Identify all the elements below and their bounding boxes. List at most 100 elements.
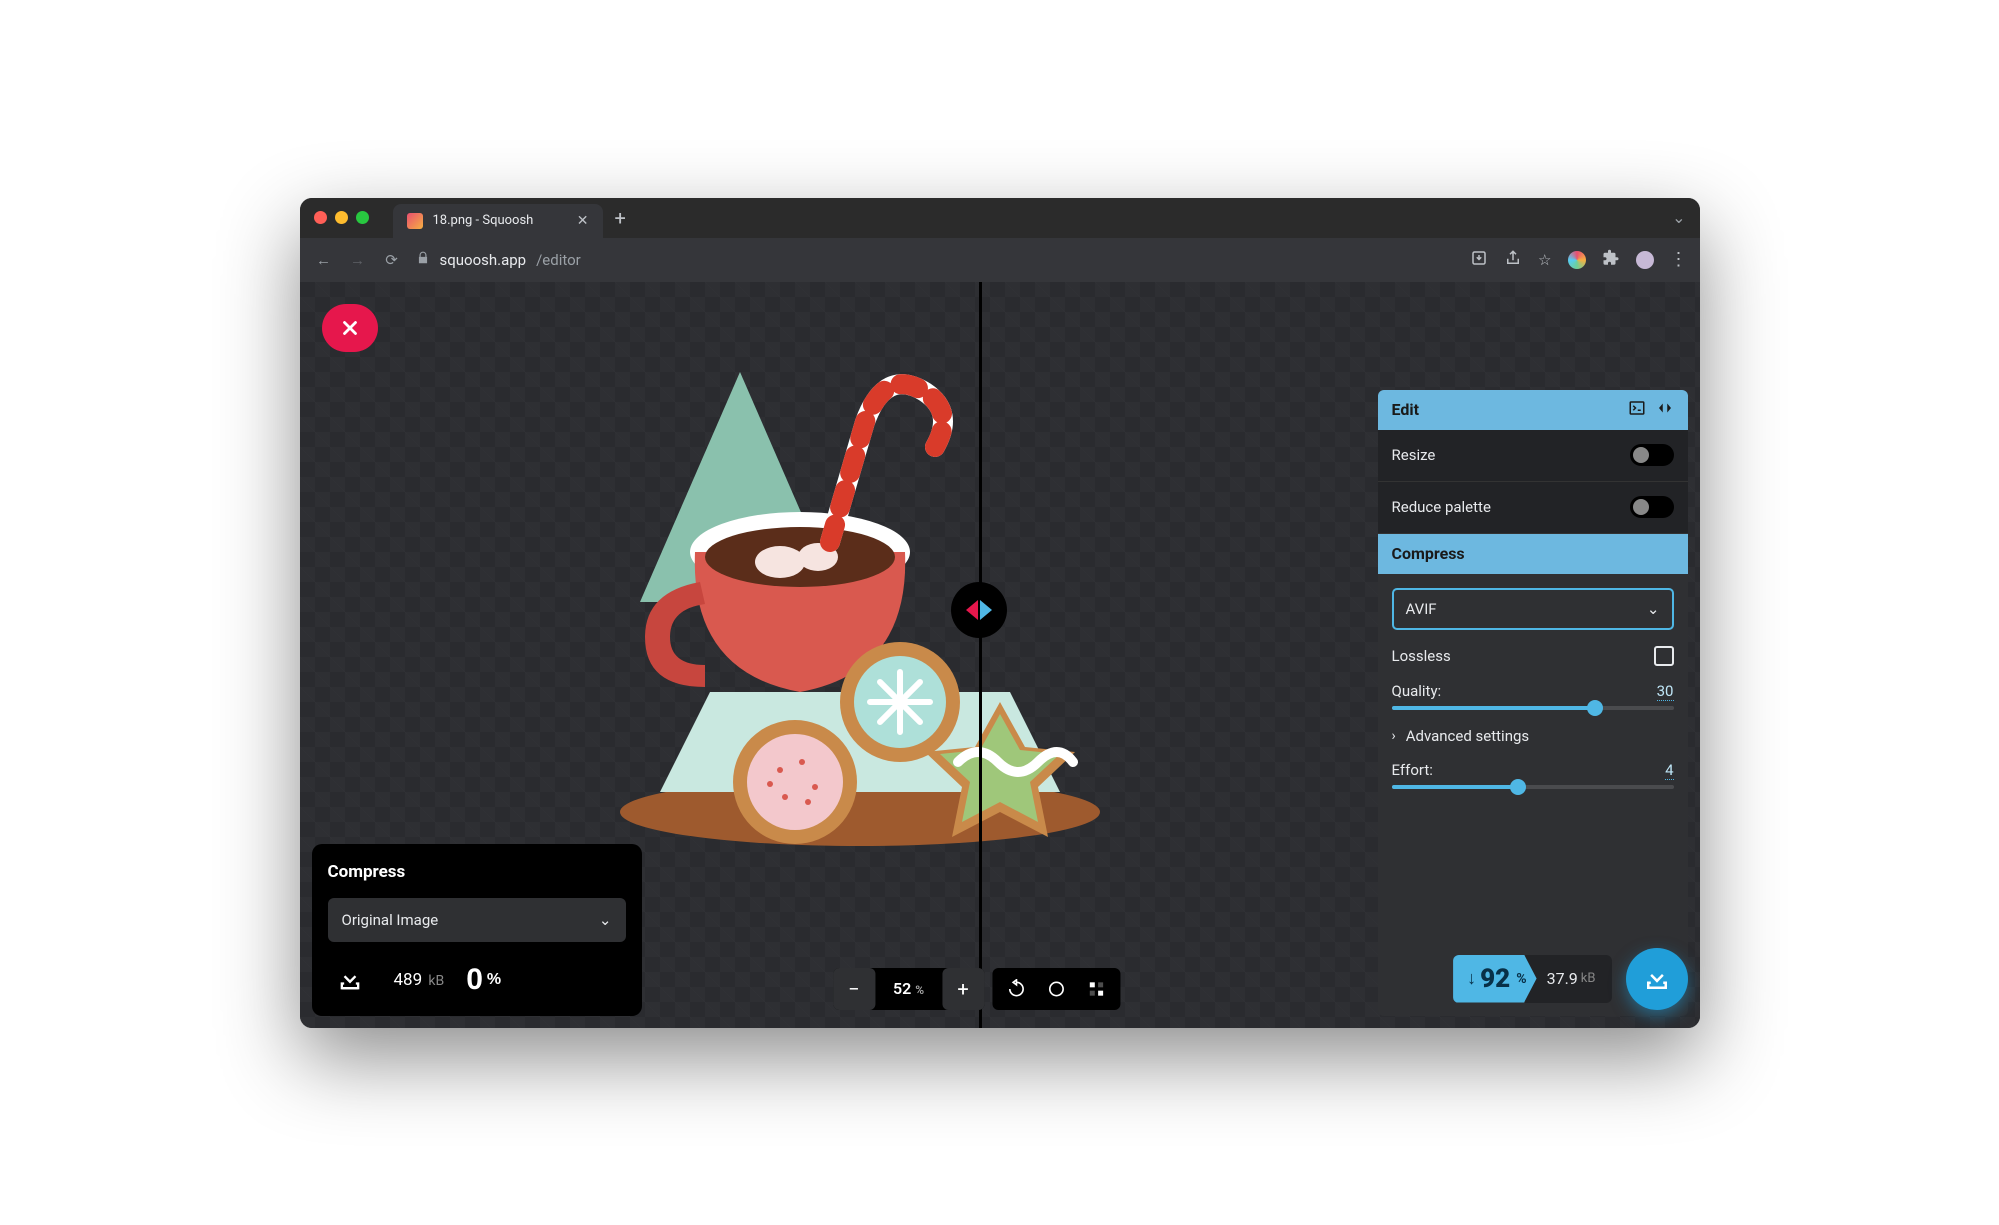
edit-title: Edit — [1392, 400, 1420, 419]
right-stats: ↓ 92 % 37.9 kB — [1453, 948, 1687, 1010]
preview-image — [580, 342, 1140, 882]
compress-title: Compress — [1392, 544, 1465, 563]
source-select-value: Original Image — [342, 911, 439, 929]
zoom-value: 52 — [893, 979, 911, 998]
maximize-window-button[interactable] — [356, 211, 369, 224]
cli-icon[interactable] — [1628, 399, 1646, 421]
left-stats-row: 489 kB 0 % — [328, 958, 626, 1002]
split-right-icon — [980, 600, 992, 620]
edit-section-header: Edit — [1378, 390, 1688, 430]
quality-slider[interactable] — [1392, 705, 1674, 711]
effort-row: Effort: 4 — [1392, 761, 1674, 790]
url-path: /editor — [536, 251, 581, 269]
view-tools — [992, 968, 1120, 1010]
effort-value[interactable]: 4 — [1665, 761, 1673, 780]
left-size-value: 489 — [394, 970, 423, 990]
zoom-group: − 52 % + — [833, 968, 984, 1010]
left-compress-panel: Compress Original Image ⌄ 489 kB 0 % — [312, 844, 642, 1016]
resize-row: Resize — [1378, 430, 1688, 482]
lossless-row: Lossless — [1392, 646, 1674, 666]
output-size-value: 37.9 — [1547, 969, 1578, 988]
reload-button[interactable]: ⟳ — [382, 251, 402, 269]
zoom-level[interactable]: 52 % — [875, 979, 942, 998]
extensions-puzzle-icon[interactable] — [1602, 249, 1620, 271]
codec-value: AVIF — [1406, 600, 1437, 618]
savings-percent: ↓ 92 % — [1453, 955, 1537, 1003]
browser-menu-button[interactable]: ⋮ — [1670, 249, 1686, 270]
rotate-button[interactable] — [998, 972, 1034, 1006]
effort-slider[interactable] — [1392, 784, 1674, 790]
percent-icon: % — [487, 971, 501, 989]
share-icon[interactable] — [1504, 249, 1522, 271]
editor-canvas[interactable]: Compress Original Image ⌄ 489 kB 0 % — [300, 282, 1700, 1028]
new-tab-button[interactable]: + — [615, 206, 626, 230]
zoom-in-button[interactable]: + — [942, 968, 984, 1010]
download-right-button[interactable] — [1626, 948, 1688, 1010]
right-panel: Edit Resize Reduce palette Compress AVIF — [1378, 390, 1688, 1016]
toolbar-actions: ☆ ⋮ — [1470, 249, 1685, 271]
effort-label: Effort: — [1392, 761, 1433, 779]
codec-select[interactable]: AVIF ⌄ — [1392, 588, 1674, 630]
extension-icon[interactable] — [1568, 251, 1586, 269]
download-left-button[interactable] — [328, 958, 372, 1002]
close-editor-button[interactable] — [322, 304, 378, 352]
advanced-label: Advanced settings — [1406, 727, 1529, 745]
quality-label: Quality: — [1392, 682, 1442, 700]
left-panel-title: Compress — [328, 862, 626, 882]
output-size-unit: kB — [1581, 971, 1596, 986]
chevron-down-icon: ⌄ — [599, 911, 612, 929]
lossless-label: Lossless — [1392, 647, 1451, 665]
tab-favicon — [407, 213, 423, 229]
background-toggle-button[interactable] — [1038, 972, 1074, 1006]
forward-button[interactable]: → — [348, 251, 368, 269]
split-divider[interactable] — [979, 282, 982, 1028]
close-window-button[interactable] — [314, 211, 327, 224]
split-left-icon — [966, 600, 978, 620]
chevron-down-icon: ⌄ — [1647, 600, 1660, 618]
quality-value[interactable]: 30 — [1657, 682, 1674, 701]
savings-badge: ↓ 92 % 37.9 kB — [1453, 955, 1611, 1003]
lossless-checkbox[interactable] — [1654, 646, 1674, 666]
install-app-icon[interactable] — [1470, 249, 1488, 271]
source-select[interactable]: Original Image ⌄ — [328, 898, 626, 942]
resize-toggle[interactable] — [1630, 444, 1674, 466]
tab-title: 18.png - Squoosh — [433, 213, 534, 228]
quality-row: Quality: 30 — [1392, 682, 1674, 711]
profile-avatar[interactable] — [1636, 251, 1654, 269]
minimize-window-button[interactable] — [335, 211, 348, 224]
browser-titlebar: 18.png - Squoosh ✕ + ⌄ — [300, 198, 1700, 238]
resize-label: Resize — [1392, 446, 1436, 464]
percent-icon: % — [1516, 971, 1526, 987]
down-arrow-icon: ↓ — [1467, 968, 1476, 989]
back-button[interactable]: ← — [314, 251, 334, 269]
address-bar[interactable]: squoosh.app/editor — [416, 251, 1457, 269]
chevron-right-icon: › — [1392, 728, 1396, 744]
split-handle[interactable] — [951, 582, 1007, 638]
reduce-palette-toggle[interactable] — [1630, 496, 1674, 518]
window-controls — [314, 211, 369, 224]
savings-value: 92 — [1480, 964, 1510, 994]
browser-toolbar: ← → ⟳ squoosh.app/editor ☆ ⋮ — [300, 238, 1700, 282]
tab-overflow-button[interactable]: ⌄ — [1672, 208, 1685, 227]
left-size-unit: kB — [428, 973, 444, 989]
browser-tab[interactable]: 18.png - Squoosh ✕ — [393, 204, 603, 238]
close-tab-button[interactable]: ✕ — [577, 213, 589, 229]
left-reduction: 0 % — [466, 963, 501, 997]
left-size: 489 kB — [394, 970, 445, 990]
url-host: squoosh.app — [440, 251, 527, 269]
zoom-controls: − 52 % + — [833, 968, 1120, 1010]
reduce-palette-row: Reduce palette — [1378, 482, 1688, 534]
left-reduction-value: 0 — [466, 963, 483, 997]
transparency-toggle-button[interactable] — [1078, 972, 1114, 1006]
tab-strip: 18.png - Squoosh ✕ + — [393, 198, 626, 238]
reduce-palette-label: Reduce palette — [1392, 498, 1491, 516]
advanced-settings-toggle[interactable]: › Advanced settings — [1392, 727, 1674, 745]
zoom-out-button[interactable]: − — [833, 968, 875, 1010]
bookmark-star-icon[interactable]: ☆ — [1538, 251, 1551, 269]
percent-icon: % — [915, 983, 924, 997]
output-size: 37.9 kB — [1525, 955, 1612, 1003]
copy-settings-icon[interactable] — [1656, 399, 1674, 421]
compress-section-header: Compress — [1378, 534, 1688, 574]
browser-window: 18.png - Squoosh ✕ + ⌄ ← → ⟳ squoosh.app… — [300, 198, 1700, 1028]
lock-icon — [416, 251, 430, 269]
